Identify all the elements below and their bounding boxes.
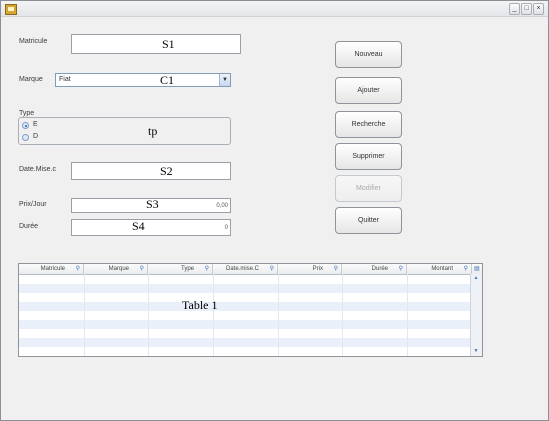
search-filter-icon[interactable]: ⚲ (399, 264, 403, 274)
title-bar: _ □ × (1, 1, 548, 17)
matricule-input[interactable]: S1 (71, 34, 241, 54)
table-row[interactable] (19, 302, 471, 311)
marque-selected-value: Fiat (59, 76, 71, 83)
ajouter-button[interactable]: Ajouter (335, 77, 402, 104)
header-type[interactable]: Type ⚲ (148, 264, 213, 274)
header-duree[interactable]: Durée ⚲ (342, 264, 407, 274)
search-filter-icon[interactable]: ⚲ (140, 264, 144, 274)
header-marque[interactable]: Marque ⚲ (84, 264, 148, 274)
nouveau-button[interactable]: Nouveau (335, 41, 402, 68)
type-e-radio[interactable] (22, 122, 29, 129)
table-row[interactable] (19, 347, 471, 356)
column-chooser-icon[interactable]: ▤ (472, 264, 482, 274)
table-header: Matricule ⚲ Marque ⚲ Type ⚲ Date.mise.C ⚲ Pr… (19, 264, 482, 275)
scroll-down-icon[interactable]: ▼ (472, 348, 480, 355)
matricule-label: Matricule (19, 38, 48, 45)
column-divider (342, 274, 343, 356)
marque-label: Marque (19, 76, 43, 83)
table-row[interactable] (19, 293, 471, 302)
prix-value: 0,00 (216, 203, 228, 209)
type-d-label: D (33, 133, 39, 140)
search-filter-icon[interactable]: ⚲ (334, 264, 338, 274)
supprimer-button[interactable]: Supprimer (335, 143, 402, 170)
duree-input[interactable]: S4 0 (71, 219, 231, 236)
type-label: Type (19, 110, 35, 117)
header-date[interactable]: Date.mise.C ⚲ (213, 264, 278, 274)
search-filter-icon[interactable]: ⚲ (76, 264, 80, 274)
duree-value: 0 (224, 225, 228, 231)
maximize-button[interactable]: □ (521, 3, 532, 15)
prix-label: Prix/Jour (19, 201, 47, 208)
type-annotation: tp (148, 124, 158, 138)
header-prix[interactable]: Prix ⚲ (278, 264, 342, 274)
data-table[interactable]: Matricule ⚲ Marque ⚲ Type ⚲ Date.mise.C ⚲ Pr… (18, 263, 483, 357)
table-row[interactable] (19, 329, 471, 338)
table-row[interactable] (19, 338, 471, 347)
table-row[interactable] (19, 275, 471, 284)
type-groupbox: E D tp (18, 117, 231, 145)
type-e-label: E (33, 121, 38, 128)
chevron-down-icon[interactable]: ▼ (219, 74, 230, 86)
matricule-annotation: S1 (162, 37, 175, 51)
date-input[interactable]: S2 (71, 162, 231, 180)
app-icon (5, 4, 17, 15)
search-filter-icon[interactable]: ⚲ (464, 264, 468, 274)
table-row[interactable] (19, 320, 471, 329)
date-label: Date.Mise.c (19, 166, 56, 173)
prix-annotation: S3 (146, 197, 159, 211)
type-d-radio[interactable] (22, 134, 29, 141)
minimize-button[interactable]: _ (509, 3, 520, 15)
header-matricule[interactable]: Matricule ⚲ (19, 264, 84, 274)
marque-annotation: C1 (160, 73, 175, 87)
modifier-button[interactable]: Modifier (335, 175, 402, 202)
duree-annotation: S4 (132, 219, 145, 233)
table-row[interactable] (19, 284, 471, 293)
column-divider (148, 274, 149, 356)
table-row[interactable] (19, 311, 471, 320)
close-button[interactable]: × (533, 3, 544, 15)
marque-combobox[interactable]: Fiat C1 ▼ (55, 73, 231, 87)
recherche-button[interactable]: Recherche (335, 111, 402, 138)
table-annotation: Table 1 (182, 298, 218, 312)
date-annotation: S2 (160, 164, 173, 178)
column-divider (407, 274, 408, 356)
header-montant[interactable]: Montant ⚲ (407, 264, 472, 274)
vertical-scrollbar[interactable]: ▲ ▼ (470, 274, 482, 356)
app-window: _ □ × Matricule S1 Marque Fiat C1 ▼ Type… (0, 0, 549, 421)
prix-input[interactable]: S3 0,00 (71, 197, 231, 213)
search-filter-icon[interactable]: ⚲ (205, 264, 209, 274)
column-divider (84, 274, 85, 356)
duree-label: Durée (19, 223, 39, 230)
column-divider (278, 274, 279, 356)
search-filter-icon[interactable]: ⚲ (270, 264, 274, 274)
scroll-up-icon[interactable]: ▲ (472, 275, 480, 282)
column-divider (213, 274, 214, 356)
quitter-button[interactable]: Quitter (335, 207, 402, 234)
